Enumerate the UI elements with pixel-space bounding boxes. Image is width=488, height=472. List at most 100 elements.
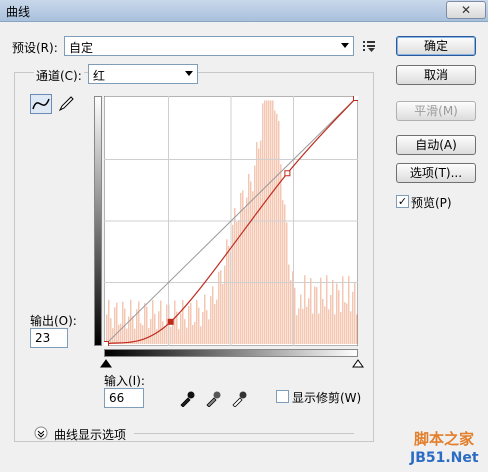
histogram-bar [156,329,158,344]
histogram-bar [342,276,344,344]
histogram-bar [344,302,346,344]
histogram-bar [272,100,274,345]
histogram-bar [266,100,268,345]
preset-select[interactable]: 自定 [64,36,354,56]
histogram-bar [186,327,188,344]
histogram-bar [140,323,142,344]
white-point-slider[interactable] [352,359,364,369]
histogram-bar [240,192,242,344]
histogram-bar [116,302,118,344]
histogram-bar [320,277,322,344]
histogram-bar [304,275,306,344]
histogram-bar [224,265,226,344]
curve-control-point[interactable] [104,341,109,347]
chevron-down-icon [185,71,193,76]
watermark-line1: 脚本之家 [414,430,475,448]
curve-display-options-label: 曲线显示选项 [54,428,127,442]
input-field[interactable]: 66 [104,388,144,408]
histogram-bar [228,245,230,344]
histogram-bar [332,279,334,344]
histogram-bar [330,295,332,344]
histogram-bar [112,328,114,344]
histogram-bar [260,140,262,344]
histogram-bar [354,282,356,344]
histogram-bar [206,310,208,344]
histogram-bar [188,306,190,344]
histogram-bar [298,308,300,344]
pencil-icon [58,96,74,112]
histogram-bar [322,298,324,344]
histogram-bar [312,313,314,344]
channel-select[interactable]: 红 [88,64,198,84]
histogram-bar [310,278,312,344]
histogram-bar [114,307,116,344]
channel-value: 红 [93,69,106,83]
curve-control-point[interactable] [284,170,291,177]
histogram-bar [160,300,162,344]
show-clipping-checkbox[interactable] [276,390,289,403]
divider [134,433,354,434]
curve-graph[interactable] [104,96,358,346]
histogram-bar [214,304,216,344]
preset-value: 自定 [69,41,94,55]
histogram-bar [204,294,206,344]
histogram-bar [276,113,278,344]
curve-tool-icon [32,98,50,110]
white-eyedropper-icon[interactable] [230,389,248,407]
histogram-bar [220,270,222,344]
curve-control-point[interactable] [353,96,359,101]
histogram-bar [132,316,134,344]
pencil-tool[interactable] [55,94,77,114]
curve-tool[interactable] [30,94,52,114]
histogram-bar [118,324,120,344]
auto-button[interactable]: 自动(A) [396,135,476,155]
histogram-bar [350,311,352,344]
histogram-bar [274,110,276,344]
histogram-bar [158,311,160,344]
histogram-bar [268,100,270,345]
histogram-bar [284,204,286,344]
histogram-bar [150,318,152,344]
histogram-bar [108,299,110,344]
histogram-bar [316,287,318,344]
histogram-bar [200,326,202,344]
histogram-bar [326,275,328,344]
histogram-bar [262,103,264,344]
histogram-bar [328,309,330,344]
smooth-button[interactable]: 平滑(M) [396,101,476,121]
histogram-bar [180,313,182,344]
histogram-bar [258,148,260,344]
histogram-bar [184,319,186,344]
histogram-bar [340,312,342,344]
curve-control-point[interactable] [167,318,174,325]
histogram-bar [278,121,280,345]
preset-options-icon[interactable] [362,38,378,54]
gray-eyedropper-icon[interactable] [204,389,222,407]
cancel-button[interactable]: 取消 [396,65,476,85]
close-button[interactable]: ✕ [446,1,486,19]
histogram-bar [280,164,282,344]
histogram-bar [234,207,236,344]
title-bar: 曲线 ✕ [0,0,488,22]
histogram-bar [246,197,248,344]
ok-button[interactable]: 确定 [396,36,476,56]
histogram-bar [248,173,250,344]
histogram-bar [288,264,290,344]
preview-checkbox[interactable]: ✓ [396,195,409,208]
histogram-bar [142,325,144,344]
histogram-bar [144,303,146,344]
black-point-slider[interactable] [100,359,112,369]
histogram-bar [212,286,214,344]
expand-chevron-icon[interactable] [34,426,48,440]
output-field[interactable]: 23 [30,328,68,348]
black-eyedropper-icon[interactable] [178,389,196,407]
histogram-bar [256,142,258,344]
options-button[interactable]: 选项(T)... [396,163,476,183]
histogram-bar [352,291,354,344]
histogram-bar [346,303,348,344]
histogram-bar [154,313,156,344]
histogram-bar [122,301,124,344]
histogram-bar [324,306,326,344]
histogram-bar [294,287,296,344]
histogram-bar [314,286,316,344]
